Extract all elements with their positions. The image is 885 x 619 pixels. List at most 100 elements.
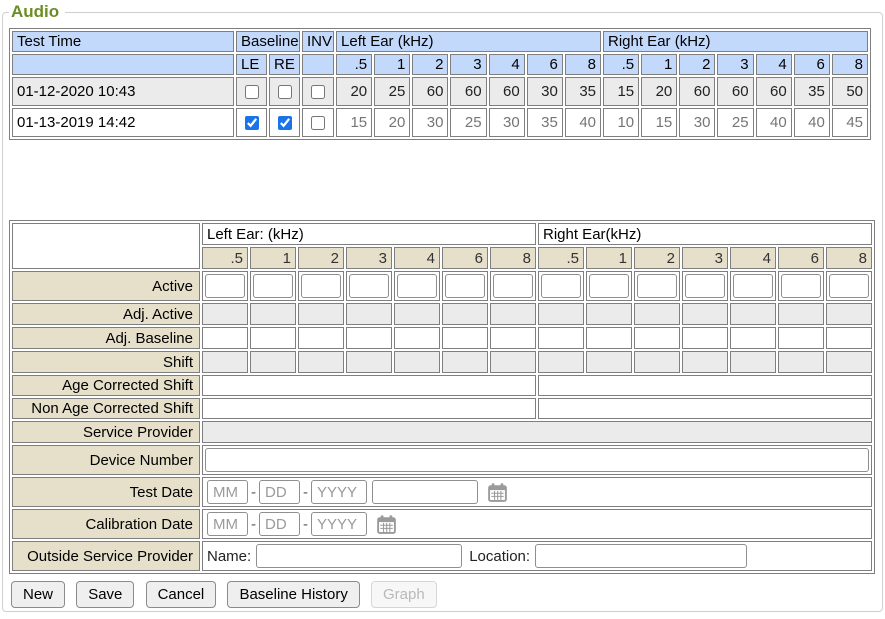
col-left-ear: Left Ear (kHz): [336, 31, 601, 52]
calibration-date-month-input[interactable]: [207, 512, 248, 536]
history-row[interactable]: 01-13-2019 14:42 15 20 30 25 30 35 40 10…: [12, 108, 868, 137]
test-time-input[interactable]: [372, 480, 478, 504]
freq-header: 4: [394, 247, 440, 269]
threshold-cell: 30: [679, 108, 715, 137]
outside-service-provider-label: Outside Service Provider: [12, 541, 200, 571]
test-date-month-input[interactable]: [207, 480, 248, 504]
shift-cell: [586, 351, 632, 373]
col-right-ear: Right Ear (kHz): [603, 31, 868, 52]
date-separator: -: [251, 484, 256, 501]
threshold-cell: 30: [489, 108, 525, 137]
inv-checkbox[interactable]: [311, 116, 325, 130]
adj-active-cell: [394, 303, 440, 325]
threshold-cell: 50: [832, 77, 868, 106]
test-date-row: Test Date - -: [12, 477, 872, 507]
active-input[interactable]: [685, 274, 725, 298]
threshold-cell: 60: [450, 77, 486, 106]
freq-header: .5: [336, 54, 372, 75]
active-label: Active: [12, 271, 200, 301]
freq-header: .5: [603, 54, 639, 75]
test-time-cell[interactable]: 01-13-2019 14:42: [12, 108, 234, 137]
adj-baseline-row: Adj. Baseline: [12, 327, 872, 349]
active-input[interactable]: [445, 274, 485, 298]
test-date-day-input[interactable]: [259, 480, 300, 504]
active-input[interactable]: [781, 274, 821, 298]
date-separator: -: [303, 484, 308, 501]
adj-active-cell: [490, 303, 536, 325]
shift-cell: [490, 351, 536, 373]
active-input[interactable]: [349, 274, 389, 298]
adj-baseline-cell: [778, 327, 824, 349]
threshold-cell: 60: [412, 77, 448, 106]
freq-header: 8: [832, 54, 868, 75]
save-button[interactable]: Save: [76, 581, 134, 608]
action-button-row: New Save Cancel Baseline History Graph: [9, 581, 876, 608]
baseline-le-checkbox[interactable]: [245, 116, 259, 130]
adj-baseline-label: Adj. Baseline: [12, 327, 200, 349]
threshold-cell: 40: [565, 108, 601, 137]
header-spacer-cell: [302, 54, 334, 75]
active-input[interactable]: [301, 274, 341, 298]
baseline-re-checkbox[interactable]: [278, 85, 292, 99]
threshold-cell: 60: [717, 77, 753, 106]
baseline-history-button[interactable]: Baseline History: [227, 581, 359, 608]
threshold-cell: 25: [374, 77, 410, 106]
active-input[interactable]: [541, 274, 581, 298]
device-number-label: Device Number: [12, 445, 200, 475]
cancel-button[interactable]: Cancel: [146, 581, 217, 608]
adj-baseline-cell: [490, 327, 536, 349]
age-corrected-shift-left-cell: [202, 375, 536, 396]
threshold-cell: 35: [794, 77, 830, 106]
calendar-icon[interactable]: [376, 514, 397, 535]
calendar-icon[interactable]: [487, 482, 508, 503]
shift-cell: [250, 351, 296, 373]
freq-header: 2: [298, 247, 344, 269]
shift-cell: [346, 351, 392, 373]
adj-baseline-cell: [394, 327, 440, 349]
calibration-date-year-input[interactable]: [311, 512, 367, 536]
test-time-cell[interactable]: 01-12-2020 10:43: [12, 77, 234, 106]
test-date-year-input[interactable]: [311, 480, 367, 504]
active-input[interactable]: [493, 274, 533, 298]
baseline-re-checkbox[interactable]: [278, 116, 292, 130]
test-date-label: Test Date: [12, 477, 200, 507]
active-input[interactable]: [829, 274, 869, 298]
outside-provider-name-label: Name:: [207, 548, 251, 565]
outside-provider-location-input[interactable]: [535, 544, 747, 568]
threshold-cell: 25: [450, 108, 486, 137]
active-input[interactable]: [637, 274, 677, 298]
active-input[interactable]: [733, 274, 773, 298]
history-row[interactable]: 01-12-2020 10:43 20 25 60 60 60 30 35 15…: [12, 77, 868, 106]
freq-header: 3: [346, 247, 392, 269]
active-input[interactable]: [253, 274, 293, 298]
active-input[interactable]: [589, 274, 629, 298]
baseline-le-checkbox[interactable]: [245, 85, 259, 99]
adj-baseline-cell: [298, 327, 344, 349]
active-input[interactable]: [397, 274, 437, 298]
threshold-cell: 30: [527, 77, 563, 106]
active-row: Active: [12, 271, 872, 301]
history-subheader-row: LE RE .5 1 2 3 4 6 8 .5 1 2 3 4 6 8: [12, 54, 868, 75]
active-input[interactable]: [205, 274, 245, 298]
calibration-date-day-input[interactable]: [259, 512, 300, 536]
adj-active-cell: [538, 303, 584, 325]
shift-cell: [538, 351, 584, 373]
date-separator: -: [303, 516, 308, 533]
inv-checkbox[interactable]: [311, 85, 325, 99]
page-title: Audio: [9, 2, 65, 22]
freq-header: 6: [794, 54, 830, 75]
adj-active-cell: [730, 303, 776, 325]
freq-header: 6: [778, 247, 824, 269]
outside-provider-name-input[interactable]: [256, 544, 462, 568]
freq-header: 4: [489, 54, 525, 75]
baseline-le-cell: [236, 108, 267, 137]
threshold-cell: 30: [412, 108, 448, 137]
freq-header: 6: [442, 247, 488, 269]
device-number-input[interactable]: [205, 448, 869, 472]
shift-cell: [778, 351, 824, 373]
shift-cell: [682, 351, 728, 373]
new-button[interactable]: New: [11, 581, 65, 608]
freq-header: 4: [756, 54, 792, 75]
freq-header: .5: [538, 247, 584, 269]
audio-history-table: Test Time Baseline INV Left Ear (kHz) Ri…: [9, 28, 871, 140]
